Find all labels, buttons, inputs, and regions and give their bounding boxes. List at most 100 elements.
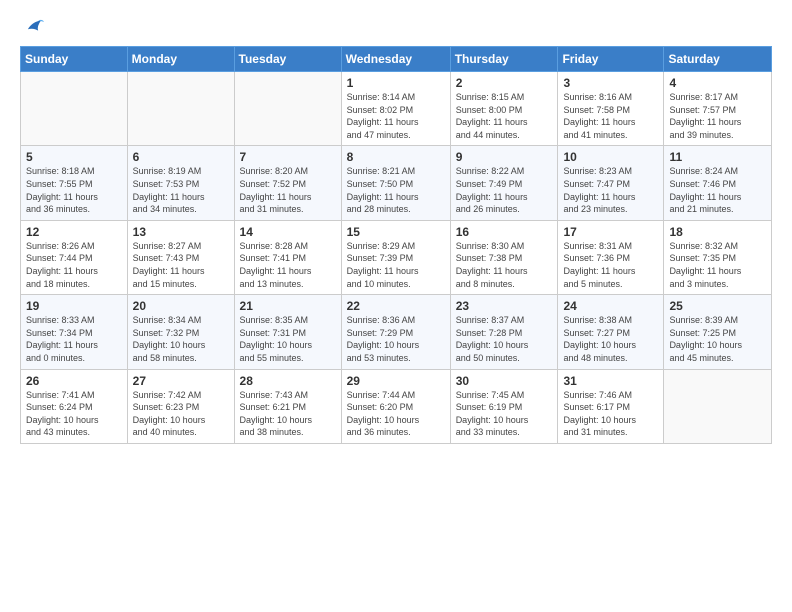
day-number: 23 xyxy=(456,299,553,313)
calendar-week-row: 26Sunrise: 7:41 AM Sunset: 6:24 PM Dayli… xyxy=(21,369,772,443)
calendar-week-row: 19Sunrise: 8:33 AM Sunset: 7:34 PM Dayli… xyxy=(21,295,772,369)
calendar-cell: 15Sunrise: 8:29 AM Sunset: 7:39 PM Dayli… xyxy=(341,220,450,294)
day-number: 18 xyxy=(669,225,766,239)
calendar-cell: 8Sunrise: 8:21 AM Sunset: 7:50 PM Daylig… xyxy=(341,146,450,220)
day-info: Sunrise: 8:36 AM Sunset: 7:29 PM Dayligh… xyxy=(347,314,445,364)
calendar-cell: 14Sunrise: 8:28 AM Sunset: 7:41 PM Dayli… xyxy=(234,220,341,294)
calendar-week-row: 12Sunrise: 8:26 AM Sunset: 7:44 PM Dayli… xyxy=(21,220,772,294)
calendar-cell: 30Sunrise: 7:45 AM Sunset: 6:19 PM Dayli… xyxy=(450,369,558,443)
calendar-cell: 17Sunrise: 8:31 AM Sunset: 7:36 PM Dayli… xyxy=(558,220,664,294)
day-info: Sunrise: 8:19 AM Sunset: 7:53 PM Dayligh… xyxy=(133,165,229,215)
calendar-cell: 10Sunrise: 8:23 AM Sunset: 7:47 PM Dayli… xyxy=(558,146,664,220)
calendar-header-tuesday: Tuesday xyxy=(234,47,341,72)
calendar-cell: 16Sunrise: 8:30 AM Sunset: 7:38 PM Dayli… xyxy=(450,220,558,294)
day-number: 30 xyxy=(456,374,553,388)
day-number: 14 xyxy=(240,225,336,239)
day-number: 17 xyxy=(563,225,658,239)
day-info: Sunrise: 8:22 AM Sunset: 7:49 PM Dayligh… xyxy=(456,165,553,215)
day-info: Sunrise: 8:33 AM Sunset: 7:34 PM Dayligh… xyxy=(26,314,122,364)
day-number: 9 xyxy=(456,150,553,164)
day-info: Sunrise: 8:38 AM Sunset: 7:27 PM Dayligh… xyxy=(563,314,658,364)
day-info: Sunrise: 7:45 AM Sunset: 6:19 PM Dayligh… xyxy=(456,389,553,439)
calendar-cell: 18Sunrise: 8:32 AM Sunset: 7:35 PM Dayli… xyxy=(664,220,772,294)
logo-bird-icon xyxy=(22,16,44,38)
day-number: 8 xyxy=(347,150,445,164)
day-number: 31 xyxy=(563,374,658,388)
calendar-header-row: SundayMondayTuesdayWednesdayThursdayFrid… xyxy=(21,47,772,72)
day-number: 25 xyxy=(669,299,766,313)
day-number: 21 xyxy=(240,299,336,313)
calendar-cell xyxy=(127,72,234,146)
logo xyxy=(20,16,44,38)
calendar-header-sunday: Sunday xyxy=(21,47,128,72)
day-number: 13 xyxy=(133,225,229,239)
day-info: Sunrise: 8:14 AM Sunset: 8:02 PM Dayligh… xyxy=(347,91,445,141)
day-number: 5 xyxy=(26,150,122,164)
calendar-cell: 5Sunrise: 8:18 AM Sunset: 7:55 PM Daylig… xyxy=(21,146,128,220)
calendar-cell: 12Sunrise: 8:26 AM Sunset: 7:44 PM Dayli… xyxy=(21,220,128,294)
calendar-cell: 3Sunrise: 8:16 AM Sunset: 7:58 PM Daylig… xyxy=(558,72,664,146)
calendar-cell: 27Sunrise: 7:42 AM Sunset: 6:23 PM Dayli… xyxy=(127,369,234,443)
calendar-page: SundayMondayTuesdayWednesdayThursdayFrid… xyxy=(0,0,792,612)
day-info: Sunrise: 8:34 AM Sunset: 7:32 PM Dayligh… xyxy=(133,314,229,364)
day-info: Sunrise: 8:27 AM Sunset: 7:43 PM Dayligh… xyxy=(133,240,229,290)
calendar-cell: 9Sunrise: 8:22 AM Sunset: 7:49 PM Daylig… xyxy=(450,146,558,220)
calendar-cell: 4Sunrise: 8:17 AM Sunset: 7:57 PM Daylig… xyxy=(664,72,772,146)
day-number: 1 xyxy=(347,76,445,90)
calendar-cell: 13Sunrise: 8:27 AM Sunset: 7:43 PM Dayli… xyxy=(127,220,234,294)
calendar-header-monday: Monday xyxy=(127,47,234,72)
day-info: Sunrise: 8:39 AM Sunset: 7:25 PM Dayligh… xyxy=(669,314,766,364)
day-info: Sunrise: 7:42 AM Sunset: 6:23 PM Dayligh… xyxy=(133,389,229,439)
day-number: 16 xyxy=(456,225,553,239)
day-info: Sunrise: 8:28 AM Sunset: 7:41 PM Dayligh… xyxy=(240,240,336,290)
calendar-cell: 20Sunrise: 8:34 AM Sunset: 7:32 PM Dayli… xyxy=(127,295,234,369)
calendar-cell: 31Sunrise: 7:46 AM Sunset: 6:17 PM Dayli… xyxy=(558,369,664,443)
day-info: Sunrise: 7:41 AM Sunset: 6:24 PM Dayligh… xyxy=(26,389,122,439)
calendar-cell: 21Sunrise: 8:35 AM Sunset: 7:31 PM Dayli… xyxy=(234,295,341,369)
day-number: 26 xyxy=(26,374,122,388)
day-number: 10 xyxy=(563,150,658,164)
calendar-cell: 11Sunrise: 8:24 AM Sunset: 7:46 PM Dayli… xyxy=(664,146,772,220)
day-info: Sunrise: 7:46 AM Sunset: 6:17 PM Dayligh… xyxy=(563,389,658,439)
calendar-header-friday: Friday xyxy=(558,47,664,72)
calendar-cell: 7Sunrise: 8:20 AM Sunset: 7:52 PM Daylig… xyxy=(234,146,341,220)
calendar-cell: 25Sunrise: 8:39 AM Sunset: 7:25 PM Dayli… xyxy=(664,295,772,369)
day-number: 7 xyxy=(240,150,336,164)
day-info: Sunrise: 7:43 AM Sunset: 6:21 PM Dayligh… xyxy=(240,389,336,439)
day-number: 4 xyxy=(669,76,766,90)
day-info: Sunrise: 8:18 AM Sunset: 7:55 PM Dayligh… xyxy=(26,165,122,215)
day-info: Sunrise: 8:31 AM Sunset: 7:36 PM Dayligh… xyxy=(563,240,658,290)
calendar-cell: 19Sunrise: 8:33 AM Sunset: 7:34 PM Dayli… xyxy=(21,295,128,369)
day-info: Sunrise: 8:20 AM Sunset: 7:52 PM Dayligh… xyxy=(240,165,336,215)
day-info: Sunrise: 8:30 AM Sunset: 7:38 PM Dayligh… xyxy=(456,240,553,290)
day-info: Sunrise: 8:26 AM Sunset: 7:44 PM Dayligh… xyxy=(26,240,122,290)
day-number: 27 xyxy=(133,374,229,388)
calendar-cell: 23Sunrise: 8:37 AM Sunset: 7:28 PM Dayli… xyxy=(450,295,558,369)
calendar-header-thursday: Thursday xyxy=(450,47,558,72)
calendar-header-saturday: Saturday xyxy=(664,47,772,72)
calendar-cell: 24Sunrise: 8:38 AM Sunset: 7:27 PM Dayli… xyxy=(558,295,664,369)
day-info: Sunrise: 8:16 AM Sunset: 7:58 PM Dayligh… xyxy=(563,91,658,141)
calendar-header-wednesday: Wednesday xyxy=(341,47,450,72)
day-number: 12 xyxy=(26,225,122,239)
calendar-week-row: 5Sunrise: 8:18 AM Sunset: 7:55 PM Daylig… xyxy=(21,146,772,220)
calendar-cell xyxy=(234,72,341,146)
day-info: Sunrise: 8:15 AM Sunset: 8:00 PM Dayligh… xyxy=(456,91,553,141)
day-number: 20 xyxy=(133,299,229,313)
day-number: 22 xyxy=(347,299,445,313)
day-number: 19 xyxy=(26,299,122,313)
page-header xyxy=(20,16,772,38)
day-number: 11 xyxy=(669,150,766,164)
calendar-cell: 2Sunrise: 8:15 AM Sunset: 8:00 PM Daylig… xyxy=(450,72,558,146)
day-number: 2 xyxy=(456,76,553,90)
day-info: Sunrise: 8:32 AM Sunset: 7:35 PM Dayligh… xyxy=(669,240,766,290)
calendar-cell: 29Sunrise: 7:44 AM Sunset: 6:20 PM Dayli… xyxy=(341,369,450,443)
day-info: Sunrise: 8:35 AM Sunset: 7:31 PM Dayligh… xyxy=(240,314,336,364)
calendar-cell: 26Sunrise: 7:41 AM Sunset: 6:24 PM Dayli… xyxy=(21,369,128,443)
calendar-cell: 6Sunrise: 8:19 AM Sunset: 7:53 PM Daylig… xyxy=(127,146,234,220)
day-number: 24 xyxy=(563,299,658,313)
day-number: 29 xyxy=(347,374,445,388)
day-info: Sunrise: 8:21 AM Sunset: 7:50 PM Dayligh… xyxy=(347,165,445,215)
day-number: 6 xyxy=(133,150,229,164)
day-number: 15 xyxy=(347,225,445,239)
